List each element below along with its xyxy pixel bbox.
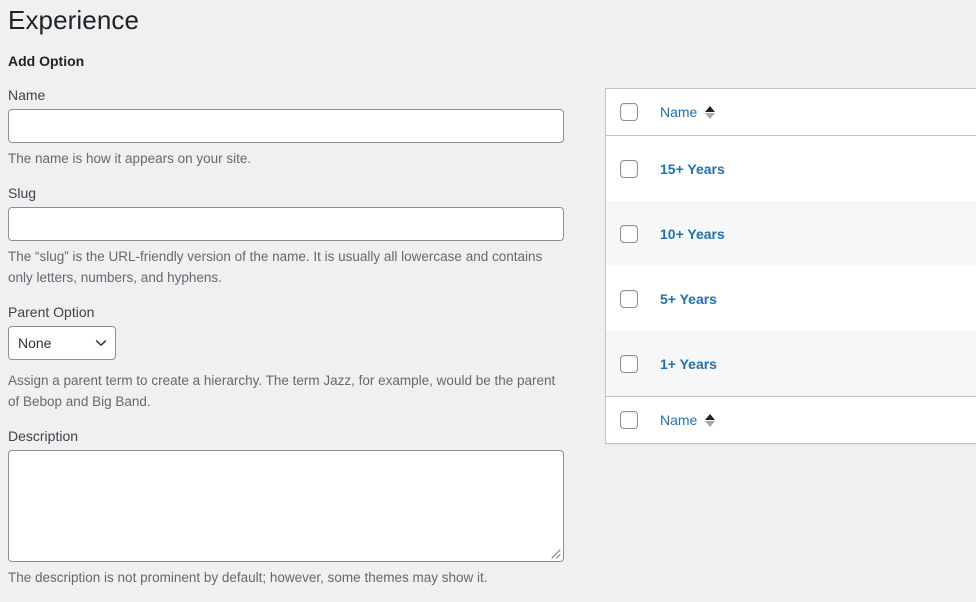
table-header-row: Name [606, 89, 976, 136]
sort-arrows-icon[interactable] [704, 414, 716, 427]
select-all-footer-cell [620, 411, 660, 429]
table-row[interactable]: 15+ Years [606, 136, 976, 201]
slug-description: The “slug” is the URL-friendly version o… [8, 246, 564, 288]
table-row[interactable]: 1+ Years [606, 331, 976, 396]
select-all-footer-checkbox[interactable] [620, 411, 638, 429]
taxonomy-edit-page: Experience Add Option Name The name is h… [0, 0, 976, 598]
column-header-name-label[interactable]: Name [660, 104, 697, 120]
row-name-link[interactable]: 1+ Years [660, 356, 717, 372]
description-label: Description [8, 426, 564, 446]
row-checkbox[interactable] [620, 225, 638, 243]
row-checkbox[interactable] [620, 355, 638, 373]
parent-option-description: Assign a parent term to create a hierarc… [8, 370, 564, 412]
sort-arrows-icon[interactable] [704, 106, 716, 119]
column-footer-name: Name [660, 412, 976, 428]
row-name-link[interactable]: 5+ Years [660, 291, 717, 307]
row-select-cell [620, 290, 660, 308]
description-textarea-wrap [8, 450, 564, 562]
table-footer-row: Name [606, 396, 976, 443]
options-list-table: Name 15+ Years 10+ Years [605, 88, 976, 444]
column-footer-name-label[interactable]: Name [660, 412, 697, 428]
select-all-checkbox[interactable] [620, 103, 638, 121]
table-row[interactable]: 10+ Years [606, 201, 976, 266]
description-textarea[interactable] [8, 450, 564, 562]
row-checkbox[interactable] [620, 160, 638, 178]
field-parent-option: Parent Option None Assign a parent term … [8, 302, 564, 412]
row-checkbox[interactable] [620, 290, 638, 308]
form-heading: Add Option [8, 52, 564, 71]
slug-label: Slug [8, 183, 564, 203]
name-description: The name is how it appears on your site. [8, 148, 564, 169]
row-select-cell [620, 355, 660, 373]
row-name-link[interactable]: 10+ Years [660, 226, 725, 242]
field-name: Name The name is how it appears on your … [8, 85, 564, 169]
row-select-cell [620, 160, 660, 178]
row-name-cell: 1+ Years [660, 356, 976, 372]
parent-option-select[interactable]: None [8, 326, 116, 360]
slug-input[interactable] [8, 207, 564, 241]
name-label: Name [8, 85, 564, 105]
name-input[interactable] [8, 109, 564, 143]
column-header-name: Name [660, 104, 976, 120]
row-name-link[interactable]: 15+ Years [660, 161, 725, 177]
parent-option-label: Parent Option [8, 302, 564, 322]
add-option-form: Add Option Name The name is how it appea… [8, 52, 564, 602]
description-help-text: The description is not prominent by defa… [8, 567, 564, 588]
field-description: Description The description is not promi… [8, 426, 564, 588]
row-name-cell: 10+ Years [660, 226, 976, 242]
table-row[interactable]: 5+ Years [606, 266, 976, 331]
row-name-cell: 15+ Years [660, 161, 976, 177]
select-all-cell [620, 103, 660, 121]
parent-option-select-wrap: None [8, 326, 116, 360]
row-select-cell [620, 225, 660, 243]
row-name-cell: 5+ Years [660, 291, 976, 307]
page-title: Experience [8, 0, 139, 40]
field-slug: Slug The “slug” is the URL-friendly vers… [8, 183, 564, 288]
